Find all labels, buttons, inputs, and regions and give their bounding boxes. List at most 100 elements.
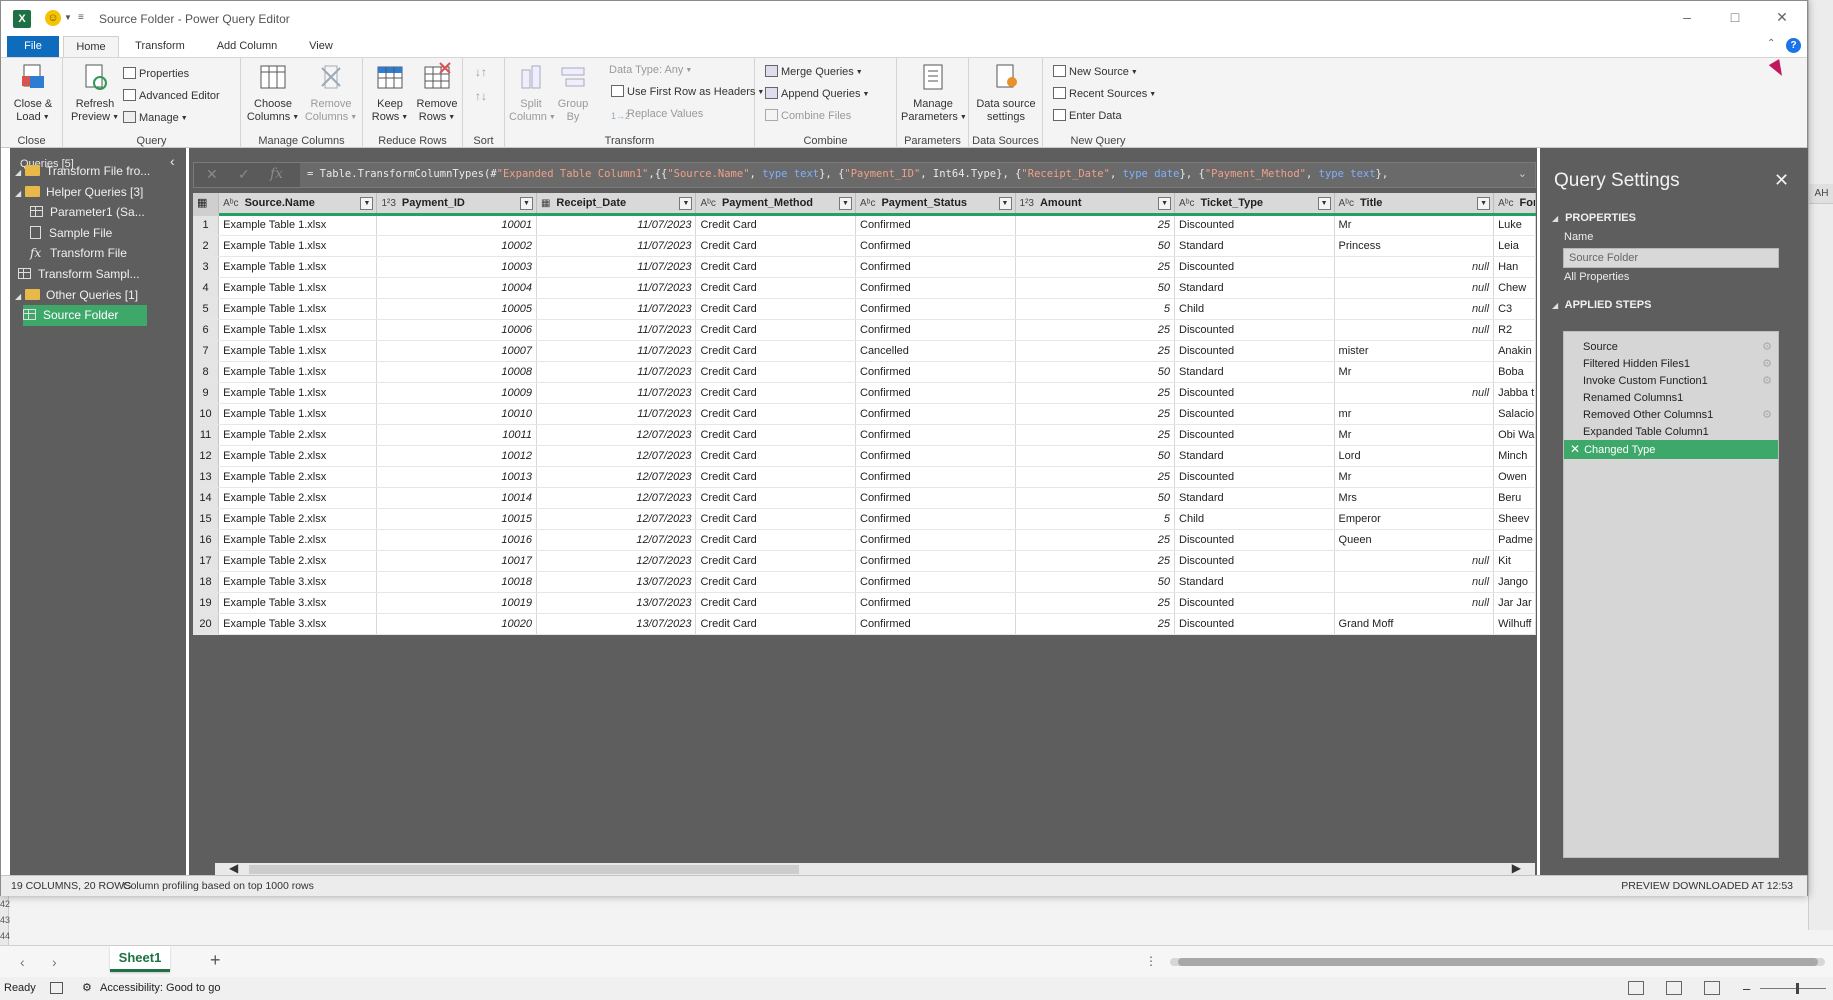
dropdown-icon[interactable]: ▼: [64, 13, 72, 22]
table-cell[interactable]: Lord: [1334, 445, 1495, 467]
table-cell[interactable]: Example Table 2.xlsx: [218, 550, 378, 572]
column-header[interactable]: Aᵇc Payment_Status ▼: [855, 193, 1016, 216]
tab-transform[interactable]: Transform: [127, 36, 193, 57]
table-cell[interactable]: 10013: [376, 466, 537, 488]
table-cell[interactable]: Example Table 1.xlsx: [218, 403, 378, 425]
row-number[interactable]: 11: [193, 424, 220, 446]
data-source-settings-button[interactable]: Data source settings: [973, 62, 1039, 124]
table-row[interactable]: 19 Example Table 3.xlsx 10019 13/07/2023 Cre…: [193, 592, 1536, 614]
recent-sources-button[interactable]: Recent Sources ▼: [1053, 86, 1156, 102]
excel-row-number[interactable]: 42: [0, 896, 14, 912]
table-cell[interactable]: 10009: [376, 382, 537, 404]
table-cell[interactable]: Example Table 1.xlsx: [218, 298, 378, 320]
more-options-icon[interactable]: ⋮: [1145, 954, 1157, 968]
scroll-thumb[interactable]: [1178, 958, 1818, 966]
table-cell[interactable]: 10004: [376, 277, 537, 299]
table-cell[interactable]: Example Table 3.xlsx: [218, 592, 378, 614]
row-number[interactable]: 3: [193, 256, 220, 278]
table-cell[interactable]: Credit Card: [695, 403, 856, 425]
table-cell[interactable]: Credit Card: [695, 214, 856, 236]
table-cell[interactable]: 10008: [376, 361, 537, 383]
table-row[interactable]: 15 Example Table 2.xlsx 10015 12/07/2023 Cre…: [193, 508, 1536, 530]
row-number[interactable]: 19: [193, 592, 220, 614]
enter-data-button[interactable]: Enter Data: [1053, 108, 1122, 124]
table-cell[interactable]: Credit Card: [695, 256, 856, 278]
table-cell[interactable]: Boba: [1493, 361, 1536, 383]
table-cell[interactable]: 11/07/2023: [536, 382, 697, 404]
table-row[interactable]: 9 Example Table 1.xlsx 10009 11/07/2023 Cred…: [193, 382, 1536, 404]
row-number[interactable]: 2: [193, 235, 220, 257]
column-header[interactable]: Aᵇc Source.Name ▼: [218, 193, 378, 216]
table-cell[interactable]: mr: [1334, 403, 1495, 425]
table-cell[interactable]: 50: [1015, 445, 1176, 467]
table-cell[interactable]: Example Table 2.xlsx: [218, 466, 378, 488]
table-cell[interactable]: Mr: [1334, 424, 1495, 446]
table-cell[interactable]: Discounted: [1174, 613, 1335, 635]
row-number[interactable]: 20: [193, 613, 220, 635]
column-header[interactable]: 1²3 Amount ▼: [1015, 193, 1176, 216]
profiling-status[interactable]: Column profiling based on top 1000 rows: [123, 876, 314, 896]
macro-record-icon[interactable]: [50, 982, 63, 994]
table-cell[interactable]: null: [1334, 256, 1495, 278]
table-cell[interactable]: Discounted: [1174, 382, 1335, 404]
tab-add-column[interactable]: Add Column: [207, 36, 287, 57]
table-cell[interactable]: Credit Card: [695, 529, 856, 551]
column-header[interactable]: Aᵇc For: [1493, 193, 1536, 216]
manage-button[interactable]: Manage ▼: [123, 110, 188, 126]
table-cell[interactable]: Example Table 1.xlsx: [218, 214, 378, 236]
table-cell[interactable]: 25: [1015, 466, 1176, 488]
row-number[interactable]: 16: [193, 529, 220, 551]
table-cell[interactable]: Credit Card: [695, 235, 856, 257]
table-cell[interactable]: Leia: [1493, 235, 1536, 257]
table-cell[interactable]: 13/07/2023: [536, 571, 697, 593]
table-cell[interactable]: Discounted: [1174, 214, 1335, 236]
query-item[interactable]: Transform Sampl...: [18, 264, 180, 285]
table-cell[interactable]: 50: [1015, 487, 1176, 509]
table-cell[interactable]: 12/07/2023: [536, 424, 697, 446]
table-cell[interactable]: 10011: [376, 424, 537, 446]
tab-file[interactable]: File: [7, 36, 59, 57]
table-row[interactable]: 11 Example Table 2.xlsx 10011 12/07/2023 Cre…: [193, 424, 1536, 446]
table-cell[interactable]: Queen: [1334, 529, 1495, 551]
row-number[interactable]: 8: [193, 361, 220, 383]
split-column-button[interactable]: Split Column ▼: [509, 62, 556, 124]
table-row[interactable]: 17 Example Table 2.xlsx 10017 12/07/2023 Cre…: [193, 550, 1536, 572]
table-cell[interactable]: 11/07/2023: [536, 256, 697, 278]
close-settings-icon[interactable]: ✕: [1774, 170, 1789, 191]
table-cell[interactable]: Example Table 1.xlsx: [218, 235, 378, 257]
table-cell[interactable]: Standard: [1174, 361, 1335, 383]
table-cell[interactable]: Confirmed: [855, 529, 1016, 551]
table-cell[interactable]: Padme: [1493, 529, 1536, 551]
scroll-left-icon[interactable]: ◀: [229, 861, 238, 875]
table-cell[interactable]: Example Table 3.xlsx: [218, 571, 378, 593]
table-cell[interactable]: Credit Card: [695, 361, 856, 383]
table-cell[interactable]: Mr: [1334, 361, 1495, 383]
row-number[interactable]: 7: [193, 340, 220, 362]
row-number[interactable]: 15: [193, 508, 220, 530]
table-cell[interactable]: Princess: [1334, 235, 1495, 257]
table-cell[interactable]: 10007: [376, 340, 537, 362]
table-cell[interactable]: 5: [1015, 508, 1176, 530]
column-header[interactable]: Aᵇc Payment_Method ▼: [695, 193, 856, 216]
table-cell[interactable]: 10002: [376, 235, 537, 257]
table-cell[interactable]: Example Table 2.xlsx: [218, 508, 378, 530]
table-cell[interactable]: 10005: [376, 298, 537, 320]
table-row[interactable]: 13 Example Table 2.xlsx 10013 12/07/2023 Cre…: [193, 466, 1536, 488]
scroll-right-icon[interactable]: ▶: [1512, 861, 1521, 875]
sort-ascending-icon[interactable]: ↓↑: [475, 64, 487, 80]
zoom-slider[interactable]: [1760, 988, 1826, 989]
table-cell[interactable]: 13/07/2023: [536, 613, 697, 635]
table-cell[interactable]: Discounted: [1174, 550, 1335, 572]
column-header[interactable]: Aᵇc Ticket_Type ▼: [1174, 193, 1335, 216]
table-cell[interactable]: null: [1334, 382, 1495, 404]
table-cell[interactable]: 11/07/2023: [536, 361, 697, 383]
table-cell[interactable]: Discounted: [1174, 256, 1335, 278]
query-item[interactable]: ◢ Helper Queries [3]: [15, 182, 180, 203]
merge-queries-button[interactable]: Merge Queries ▼: [765, 64, 863, 80]
table-cell[interactable]: 10006: [376, 319, 537, 341]
table-cell[interactable]: 11/07/2023: [536, 403, 697, 425]
table-cell[interactable]: 25: [1015, 613, 1176, 635]
table-row[interactable]: 4 Example Table 1.xlsx 10004 11/07/2023 Cred…: [193, 277, 1536, 299]
table-cell[interactable]: null: [1334, 277, 1495, 299]
sheet-next-icon[interactable]: ›: [52, 954, 57, 970]
